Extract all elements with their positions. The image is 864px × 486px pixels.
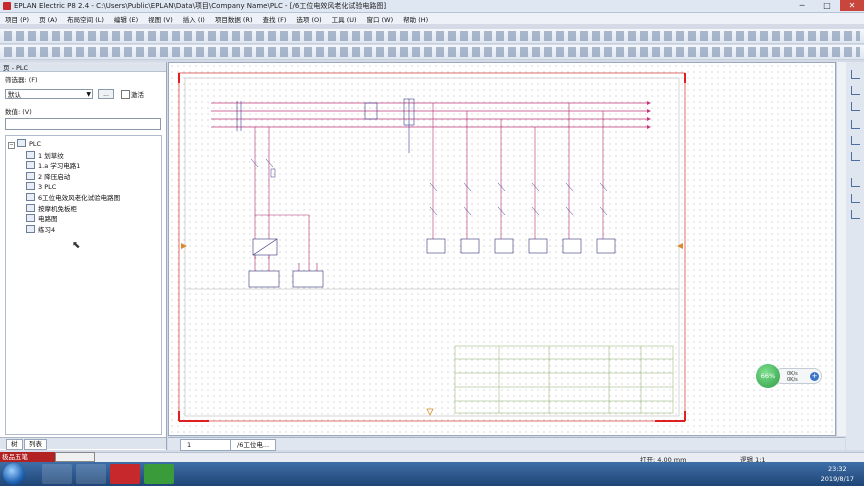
- cross-connection-icon[interactable]: [851, 210, 860, 219]
- document-tabs: 1 /6工位电...: [168, 437, 845, 451]
- contacts: [250, 158, 608, 216]
- toolbar-insert: [0, 45, 864, 60]
- tree-item[interactable]: 6工位电效风老化试验电路图: [26, 192, 120, 202]
- value-input[interactable]: [5, 118, 161, 130]
- collapse-icon[interactable]: −: [8, 142, 15, 149]
- tab-tree[interactable]: 树: [6, 439, 23, 450]
- center-mark: [426, 408, 434, 416]
- windows-taskbar: 23:32 2019/8/17: [0, 462, 864, 486]
- schematic-canvas[interactable]: [168, 62, 836, 436]
- net-speed-pill: 0K/s 0K/s +: [774, 368, 822, 384]
- minimize-button[interactable]: ─: [790, 0, 814, 11]
- corner-connection-icon[interactable]: [851, 102, 860, 111]
- panel-tabs: 树 列表: [0, 437, 166, 450]
- page-icon: [26, 204, 35, 212]
- menu-item-page[interactable]: 页 (A): [34, 14, 62, 24]
- eplan-taskbar-icon[interactable]: [110, 464, 140, 484]
- toolbar-icons-row-1[interactable]: [4, 31, 860, 41]
- tab-page-number[interactable]: 1: [180, 439, 234, 451]
- tab-list[interactable]: 列表: [24, 439, 47, 450]
- window-title: EPLAN Electric P8 2.4 - C:\Users\Public\…: [14, 2, 387, 10]
- canvas-vertical-scrollbar[interactable]: [836, 62, 846, 436]
- activate-label: 激活: [131, 91, 144, 99]
- memory-usage-badge: 66%: [756, 364, 780, 388]
- activate-checkbox[interactable]: [121, 90, 130, 99]
- page-icon: [26, 151, 35, 159]
- filter-dropdown[interactable]: 默认 ▼: [5, 89, 93, 99]
- menu-item-layout-space[interactable]: 布局空间 (L): [62, 14, 109, 24]
- filter-value: 默认: [8, 91, 21, 99]
- t-connection-icon[interactable]: [851, 136, 860, 145]
- system-clock[interactable]: 23:32 2019/8/17: [821, 464, 854, 484]
- page-icon: [26, 225, 35, 233]
- schematic-drawing: [178, 72, 686, 422]
- tree-root-plc[interactable]: − PLC: [8, 139, 41, 149]
- t-connection-icon[interactable]: [851, 120, 860, 129]
- app-green-icon[interactable]: [144, 464, 174, 484]
- panel-header: 页 - PLC: [0, 62, 166, 72]
- network-speed-widget[interactable]: 0K/s 0K/s + 66%: [756, 364, 822, 388]
- close-button[interactable]: ✕: [840, 0, 864, 11]
- plus-icon[interactable]: +: [810, 372, 819, 381]
- project-icon: [17, 139, 26, 147]
- maximize-button[interactable]: □: [815, 0, 839, 11]
- menu-bar: 项目 (P) 页 (A) 布局空间 (L) 编辑 (E) 视图 (V) 插入 (…: [0, 13, 864, 24]
- page-tree: − PLC 1 划草纹 1.a 学习电路1 2 降压启动 3 PLC 6工位电效风…: [5, 135, 162, 435]
- filter-more-button[interactable]: ...: [98, 89, 114, 99]
- tree-item[interactable]: 2 降压启动: [26, 171, 70, 181]
- tree-item[interactable]: 练习4: [26, 224, 55, 234]
- page-icon: [26, 172, 35, 180]
- eplan-app-icon: [3, 2, 11, 10]
- chevron-down-icon: ▼: [86, 91, 91, 98]
- tree-item[interactable]: 1 划草纹: [26, 150, 64, 160]
- menu-item-project-data[interactable]: 项目数据 (R): [210, 14, 258, 24]
- title-bar: EPLAN Electric P8 2.4 - C:\Users\Public\…: [0, 0, 864, 13]
- menu-item-tools[interactable]: 工具 (U): [327, 14, 362, 24]
- ie-icon[interactable]: [42, 464, 72, 484]
- mouse-cursor-icon: ⬉: [72, 240, 81, 251]
- branch-lines: [254, 103, 604, 259]
- cross-connection-icon[interactable]: [851, 178, 860, 187]
- page-icon: [26, 214, 35, 222]
- panel-title: 页 - PLC: [3, 64, 29, 72]
- toolbar-icons-row-2[interactable]: [4, 47, 860, 57]
- tree-item[interactable]: 1.a 学习电路1: [26, 160, 80, 170]
- tree-item[interactable]: 3 PLC: [26, 182, 56, 191]
- bus-arrows: [647, 101, 651, 129]
- menu-item-edit[interactable]: 编辑 (E): [109, 14, 143, 24]
- menu-item-insert[interactable]: 插入 (I): [178, 14, 210, 24]
- page-icon: [26, 182, 35, 190]
- menu-item-find[interactable]: 查找 (F): [257, 14, 291, 24]
- page-icon: [26, 193, 35, 201]
- title-block: [454, 345, 674, 414]
- clock-date: 2019/8/17: [820, 475, 854, 483]
- connection-symbols-toolbar: [846, 62, 864, 450]
- menu-item-project[interactable]: 项目 (P): [0, 14, 34, 24]
- ime-indicator[interactable]: 极品五笔: [0, 452, 55, 462]
- t-connection-icon[interactable]: [851, 152, 860, 161]
- power-bus: [211, 102, 649, 128]
- cross-connection-icon[interactable]: [851, 194, 860, 203]
- main-breaker: [236, 98, 415, 153]
- start-button[interactable]: [3, 463, 25, 485]
- page-icon: [26, 161, 35, 169]
- tree-item[interactable]: 按摩机免板柜: [26, 203, 77, 213]
- menu-item-options[interactable]: 选项 (O): [291, 14, 326, 24]
- load-boxes: [426, 238, 616, 254]
- corner-connection-icon[interactable]: [851, 70, 860, 79]
- ime-toolbar[interactable]: [55, 452, 95, 462]
- menu-item-view[interactable]: 视图 (V): [143, 14, 178, 24]
- menu-item-help[interactable]: 帮助 (H): [398, 14, 433, 24]
- clock-time: 23:32: [827, 465, 847, 473]
- download-speed: 0K/s: [787, 377, 798, 383]
- filter-label: 筛选器: (F): [5, 76, 38, 84]
- corner-connection-icon[interactable]: [851, 86, 860, 95]
- value-label: 数值: (V): [5, 108, 32, 116]
- toolbar-standard: [0, 29, 864, 44]
- tree-item[interactable]: 电路图: [26, 213, 58, 223]
- menu-item-window[interactable]: 窗口 (W): [362, 14, 399, 24]
- power-supply-block: [248, 238, 324, 288]
- explorer-icon[interactable]: [76, 464, 106, 484]
- tab-schematic[interactable]: /6工位电...: [230, 439, 277, 451]
